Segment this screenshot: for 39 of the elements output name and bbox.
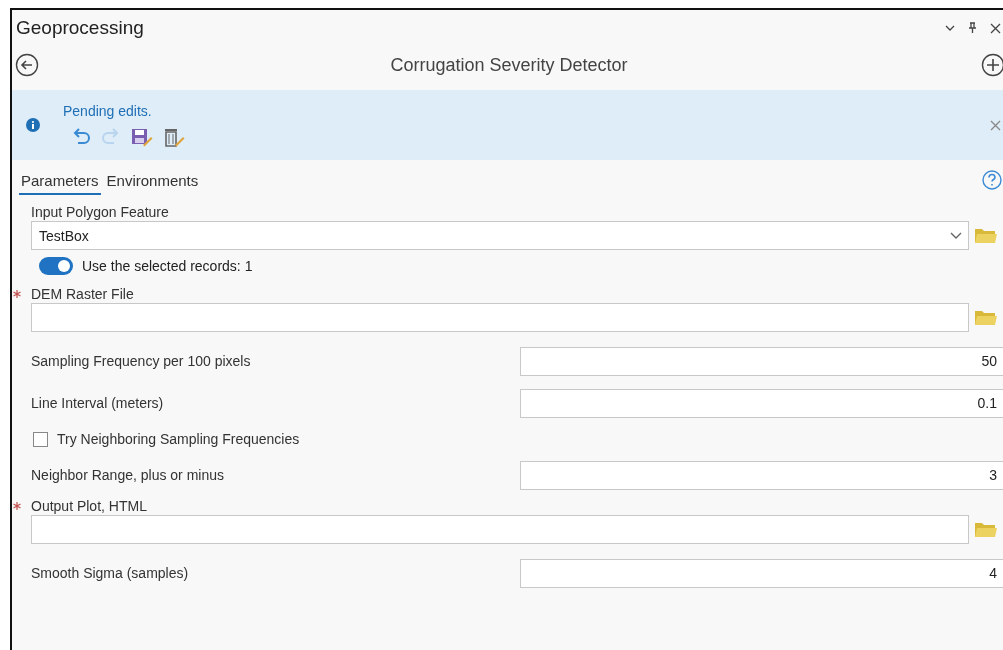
banner-message: Pending edits. [63, 103, 153, 119]
pane-title: Geoprocessing [16, 17, 144, 39]
tool-title: Corrugation Severity Detector [390, 54, 628, 76]
parameter-label: Output Plot, HTML [31, 497, 147, 514]
parameter-label: Sampling Frequency per 100 pixels [31, 353, 251, 369]
tab[interactable]: Environments [104, 165, 201, 195]
undo-icon[interactable] [71, 128, 91, 146]
parameter-label: Smooth Sigma (samples) [31, 565, 189, 581]
input-field[interactable] [31, 515, 969, 544]
back-icon[interactable] [15, 53, 39, 77]
parameter-label: Line Interval (meters) [31, 395, 164, 411]
help-icon[interactable] [982, 170, 1002, 190]
info-icon [26, 118, 40, 132]
dropdown-icon[interactable] [945, 24, 955, 32]
discard-edits-icon[interactable] [163, 127, 185, 147]
save-edits-icon[interactable] [131, 127, 153, 147]
input-field[interactable] [31, 303, 969, 332]
close-icon[interactable] [990, 22, 1001, 34]
parameter-label: Neighbor Range, plus or minus [31, 467, 224, 483]
checkbox[interactable] [33, 431, 48, 447]
toggle-label: Use the selected records: 1 [82, 258, 253, 274]
tab[interactable]: Parameters [19, 165, 101, 195]
required-marker-icon [13, 502, 21, 510]
pin-icon[interactable] [968, 22, 977, 34]
parameter-label: Input Polygon Feature [31, 203, 169, 220]
input-field[interactable]: 4 [520, 558, 1003, 588]
dropdown-field[interactable]: TestBox [31, 221, 969, 250]
folder-icon[interactable] [975, 309, 997, 326]
add-icon[interactable] [981, 53, 1003, 77]
toggle-switch[interactable] [39, 257, 73, 275]
input-field[interactable]: 0.1 [520, 388, 1003, 418]
input-field[interactable]: 3 [520, 460, 1003, 490]
checkbox-label: Try Neighboring Sampling Frequencies [57, 431, 300, 447]
folder-icon[interactable] [975, 227, 997, 244]
chevron-down-icon[interactable] [950, 231, 962, 240]
input-field[interactable]: 50 [520, 346, 1003, 376]
parameter-label: DEM Raster File [31, 285, 134, 302]
folder-icon[interactable] [975, 521, 997, 538]
required-marker-icon [13, 290, 21, 298]
